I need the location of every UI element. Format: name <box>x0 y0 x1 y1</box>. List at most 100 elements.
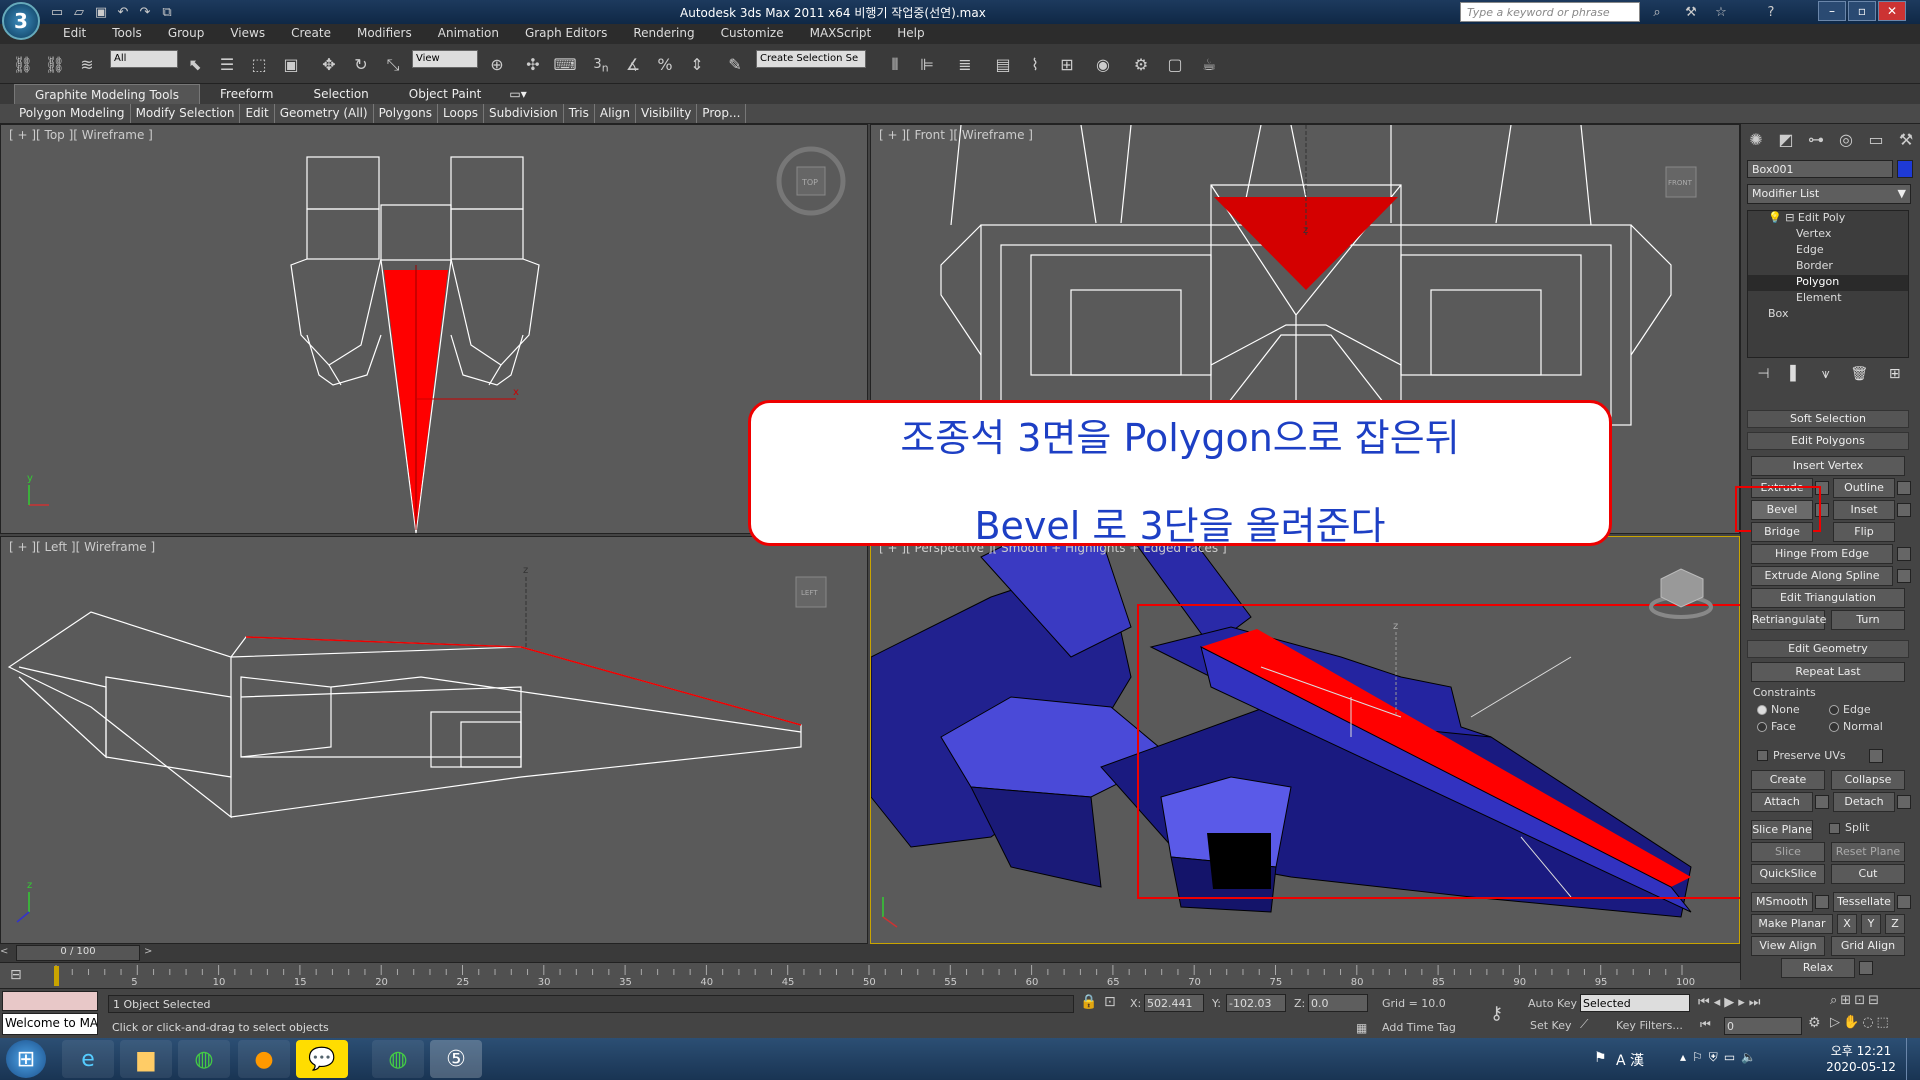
extrude-spline-settings-button[interactable] <box>1897 569 1911 583</box>
add-time-tag[interactable]: Add Time Tag <box>1382 1021 1456 1034</box>
next-frame-icon[interactable]: ▸ <box>1738 995 1749 1010</box>
outline-button[interactable]: Outline <box>1833 478 1895 498</box>
new-file-icon[interactable]: ▭ <box>46 2 68 22</box>
tray-expand-icon[interactable]: ▴ <box>1680 1050 1692 1064</box>
zoom-extents-icon[interactable]: ⊡ <box>1854 993 1868 1008</box>
modifier-list-dropdown[interactable]: Modifier List ▼ <box>1747 184 1911 204</box>
panel-tris[interactable]: Tris <box>564 104 595 123</box>
y-coordinate-field[interactable]: -102.03 <box>1226 994 1286 1012</box>
panel-edit[interactable]: Edit <box>240 104 275 123</box>
bridge-button[interactable]: Bridge <box>1751 522 1813 542</box>
edit-named-selection-icon[interactable]: ✎ <box>722 52 748 78</box>
bind-space-warp-icon[interactable]: ≋ <box>74 52 100 78</box>
select-manipulate-icon[interactable]: ✣ <box>520 52 546 78</box>
planar-z-button[interactable]: Z <box>1885 914 1905 934</box>
named-selection-sets-dropdown[interactable]: Create Selection Se <box>756 50 866 68</box>
constraint-normal-radio[interactable] <box>1829 722 1839 732</box>
rendered-frame-icon[interactable]: ▢ <box>1162 52 1188 78</box>
panel-geometry-all[interactable]: Geometry (All) <box>275 104 374 123</box>
configure-sets-icon[interactable]: ⊞ <box>1889 366 1901 388</box>
lock-selection-icon[interactable]: 🔒 <box>1080 994 1097 1010</box>
modify-tab-icon[interactable]: ◩ <box>1775 130 1797 152</box>
rotate-icon[interactable]: ↻ <box>348 52 374 78</box>
track-bar[interactable]: 5 10 15 20 25 30 35 40 45 50 55 60 65 70 75 80 85 90 95 100… <box>0 962 1740 988</box>
tab-graphite-modeling-tools[interactable]: Graphite Modeling Tools <box>14 84 201 104</box>
help-icon[interactable]: ? <box>1760 2 1782 22</box>
select-object-icon[interactable]: ⬉ <box>182 52 208 78</box>
select-and-link-icon[interactable]: ⛓ <box>10 52 36 78</box>
time-configuration-icon[interactable]: ⚙ <box>1808 1015 1821 1031</box>
tray-display-icon[interactable]: ▭ <box>1724 1050 1741 1064</box>
viewport-top[interactable]: x y TOP [ + ][ Top ][ Wireframe ] <box>0 124 868 534</box>
maxscript-listener-top[interactable] <box>2 991 98 1011</box>
viewport-label-front[interactable]: [ + ][ Front ][ Wireframe ] <box>879 128 1033 142</box>
minimize-button[interactable]: – <box>1818 1 1846 21</box>
menu-help[interactable]: Help <box>884 24 937 44</box>
flip-button[interactable]: Flip <box>1833 522 1895 542</box>
planar-x-button[interactable]: X <box>1837 914 1857 934</box>
repeat-last-button[interactable]: Repeat Last <box>1751 662 1905 682</box>
internet-explorer-icon[interactable]: e <box>62 1040 114 1078</box>
constraint-none-radio[interactable] <box>1757 705 1767 715</box>
go-to-end-icon[interactable]: ⏭ <box>1749 995 1765 1010</box>
clock-time[interactable]: 오후 12:21 <box>1826 1042 1896 1059</box>
layer-manager-icon[interactable]: ≣ <box>952 52 978 78</box>
view-align-button[interactable]: View Align <box>1751 936 1825 956</box>
stack-item-element[interactable]: Element <box>1748 291 1908 307</box>
hinge-settings-button[interactable] <box>1897 547 1911 561</box>
reset-plane-button[interactable]: Reset Plane <box>1831 842 1905 862</box>
select-by-name-icon[interactable]: ☰ <box>214 52 240 78</box>
create-tab-icon[interactable]: ✺ <box>1745 130 1767 152</box>
selection-filter-dropdown[interactable]: All <box>110 50 178 68</box>
panel-modify-selection[interactable]: Modify Selection <box>131 104 241 123</box>
search-input[interactable]: Type a keyword or phrase <box>1460 2 1640 22</box>
unlink-icon[interactable]: ⛓ <box>42 52 68 78</box>
key-filters-button[interactable]: Key Filters... <box>1616 1019 1683 1032</box>
start-button[interactable]: ⊞ <box>6 1040 46 1078</box>
inset-settings-button[interactable] <box>1897 503 1911 517</box>
msmooth-button[interactable]: MSmooth <box>1751 892 1813 912</box>
grid-align-button[interactable]: Grid Align <box>1831 936 1905 956</box>
current-frame-field[interactable]: 0 <box>1724 1017 1802 1035</box>
scale-icon[interactable]: ⤡ <box>380 52 406 78</box>
app-menu-button[interactable]: 3 <box>2 2 40 40</box>
maximize-viewport-icon[interactable]: ⬚ <box>1877 1015 1892 1030</box>
menu-group[interactable]: Group <box>155 24 218 44</box>
constraint-edge-radio[interactable] <box>1829 705 1839 715</box>
panel-properties[interactable]: Prop... <box>697 104 747 123</box>
outline-settings-button[interactable] <box>1897 481 1911 495</box>
stack-item-border[interactable]: Border <box>1748 259 1908 275</box>
3dsmax-task-icon[interactable]: ⑤ <box>430 1040 482 1078</box>
pivot-center-icon[interactable]: ⊕ <box>484 52 510 78</box>
keyboard-shortcut-icon[interactable]: ⌨ <box>552 52 578 78</box>
planar-y-button[interactable]: Y <box>1861 914 1881 934</box>
set-key-button[interactable]: Set Key <box>1530 1019 1572 1032</box>
constraint-face-radio[interactable] <box>1757 722 1767 732</box>
rollout-soft-selection[interactable]: Soft Selection <box>1747 410 1909 428</box>
move-icon[interactable]: ✥ <box>316 52 342 78</box>
pan-icon[interactable]: ✋ <box>1843 1015 1862 1030</box>
field-of-view-icon[interactable]: ▷ <box>1830 1015 1843 1030</box>
percent-snap-icon[interactable]: % <box>652 52 678 78</box>
viewport-label-left[interactable]: [ + ][ Left ][ Wireframe ] <box>9 540 155 554</box>
absolute-mode-icon[interactable]: ⊡ <box>1104 994 1116 1010</box>
slice-button[interactable]: Slice <box>1751 842 1825 862</box>
menu-edit[interactable]: Edit <box>50 24 99 44</box>
reference-coordinate-dropdown[interactable]: View <box>412 50 478 68</box>
previous-frame-icon[interactable]: ◂ <box>1714 995 1725 1010</box>
angle-snap-icon[interactable]: ∡ <box>620 52 646 78</box>
ime-indicator[interactable]: A 漢 <box>1616 1050 1644 1070</box>
split-checkbox[interactable] <box>1829 823 1840 834</box>
slice-plane-button[interactable]: Slice Plane <box>1751 820 1813 840</box>
stack-item-edit-poly[interactable]: 💡 ⊟ Edit Poly <box>1748 211 1908 227</box>
stack-item-box[interactable]: Box <box>1748 307 1908 323</box>
time-slider-thumb[interactable]: 0 / 100 <box>16 945 140 961</box>
window-crossing-icon[interactable]: ▣ <box>278 52 304 78</box>
menu-tools[interactable]: Tools <box>99 24 155 44</box>
open-file-icon[interactable]: ▱ <box>68 2 90 22</box>
tab-object-paint[interactable]: Object Paint <box>389 84 502 104</box>
time-next-icon[interactable]: > <box>144 946 158 960</box>
msmooth-settings-button[interactable] <box>1815 895 1829 909</box>
pin-stack-icon[interactable]: ⊣ <box>1757 366 1769 388</box>
rectangular-selection-icon[interactable]: ⬚ <box>246 52 272 78</box>
